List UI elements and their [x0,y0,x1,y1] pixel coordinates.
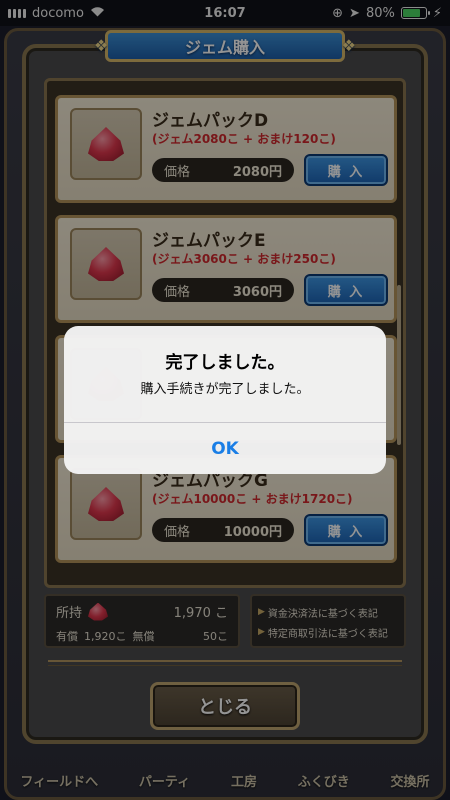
alert-title: 完了しました。 [165,353,285,373]
completion-alert: 完了しました。 購入手続きが完了しました。 OK [64,326,386,474]
ok-button[interactable]: OK [64,423,386,474]
alert-message: 購入手続きが完了しました。 [140,382,310,397]
